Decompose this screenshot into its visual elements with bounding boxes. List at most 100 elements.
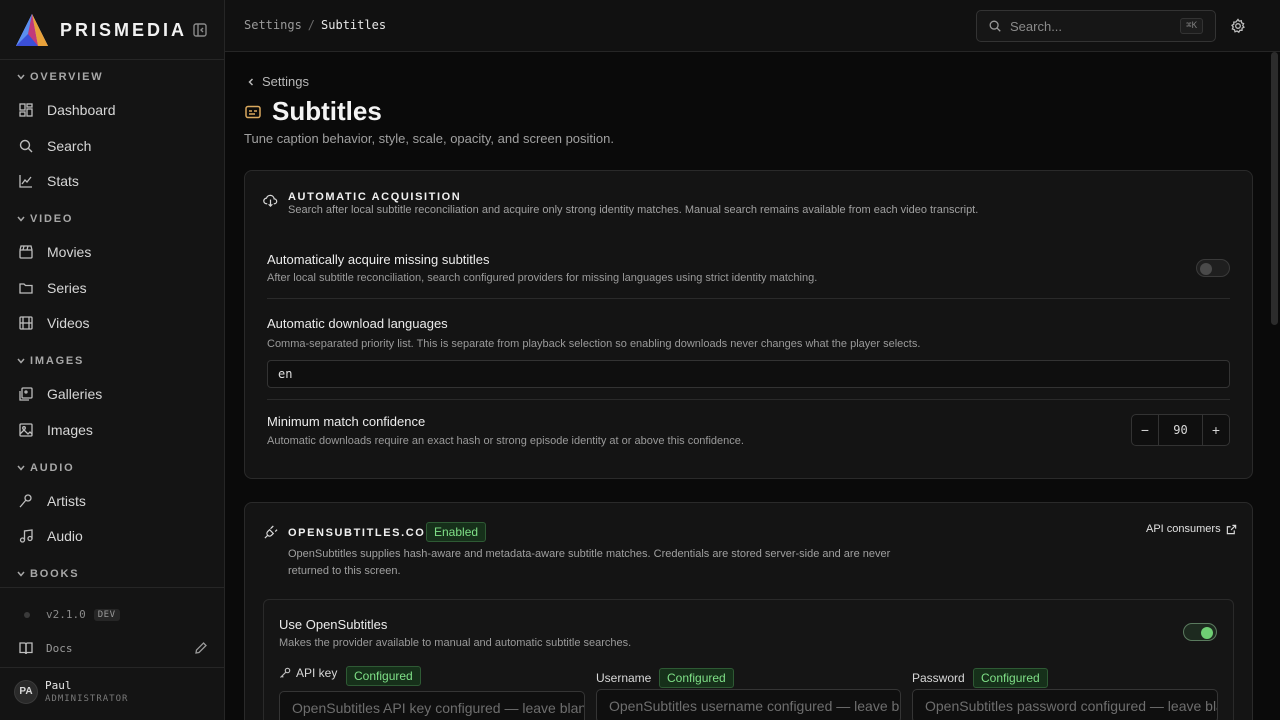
docs-label: Docs (46, 641, 73, 655)
stats-chart-icon (19, 175, 32, 188)
sidebar-item-images[interactable]: Images (18, 419, 93, 441)
section-video[interactable]: VIDEO (16, 212, 73, 226)
edit-pencil-icon[interactable] (194, 641, 208, 655)
api-key-label: API key (279, 666, 337, 680)
section-title: BOOKS (30, 568, 80, 580)
avatar: PA (14, 679, 38, 704)
search-input[interactable] (1010, 18, 1170, 34)
docs-link[interactable]: Docs (18, 640, 208, 656)
languages-input[interactable] (267, 360, 1230, 388)
chevron-down-icon (17, 74, 25, 80)
increment-button[interactable]: + (1203, 415, 1229, 445)
music-note-icon (19, 529, 33, 543)
version-info: v2.1.0 DEV (24, 608, 120, 621)
acquisition-description: Search after local subtitle reconciliati… (288, 204, 979, 216)
folder-icon (19, 283, 33, 294)
chevron-left-icon (248, 77, 254, 86)
confidence-stepper: − 90 + (1131, 414, 1230, 446)
section-audio[interactable]: AUDIO (16, 461, 74, 475)
user-profile[interactable]: PA Paul ADMINISTRATOR (14, 679, 128, 704)
dashboard-icon (19, 103, 33, 117)
cloud-download-icon (263, 194, 278, 207)
sidebar-item-audio[interactable]: Audio (18, 525, 83, 547)
confidence-description: Automatic downloads require an exact has… (267, 435, 744, 447)
api-key-badge: Configured (346, 666, 421, 686)
sidebar-item-search[interactable]: Search (18, 135, 91, 157)
section-title: AUDIO (30, 462, 75, 474)
auto-acquire-toggle[interactable] (1196, 259, 1230, 277)
languages-description: Comma-separated priority list. This is s… (267, 338, 921, 350)
sidebar-item-videos[interactable]: Videos (18, 312, 90, 334)
user-divider (0, 667, 224, 668)
back-link[interactable]: Settings (246, 74, 309, 89)
use-opensubtitles-toggle[interactable] (1183, 623, 1217, 641)
brand-divider (0, 59, 224, 60)
global-search[interactable]: ⌘K (976, 10, 1216, 42)
opensubtitles-heading: OPENSUBTITLES.COM (288, 527, 437, 539)
chevron-down-icon (17, 465, 25, 471)
brand[interactable]: PRISMEDIA (14, 12, 214, 48)
external-link-icon (1226, 524, 1236, 534)
sidebar-item-artists[interactable]: Artists (18, 490, 86, 512)
use-opensubtitles-title: Use OpenSubtitles (279, 617, 388, 632)
film-icon (19, 316, 33, 330)
decrement-button[interactable]: − (1132, 415, 1158, 445)
plug-icon (264, 525, 278, 539)
gallery-icon (19, 387, 33, 401)
gear-icon[interactable] (1230, 18, 1246, 34)
search-icon (19, 139, 33, 153)
sidebar-item-label: Audio (47, 528, 83, 544)
use-opensubtitles-description: Makes the provider available to manual a… (279, 637, 632, 649)
sidebar: PRISMEDIA OVERVIEW Dashboard Search Stat… (0, 0, 225, 720)
section-images[interactable]: IMAGES (16, 354, 84, 368)
status-badge: Enabled (426, 522, 487, 542)
prism-logo-icon (16, 14, 48, 46)
chevron-down-icon (17, 358, 25, 364)
username-badge: Configured (659, 668, 734, 688)
api-consumers-link[interactable]: API consumers (1146, 523, 1237, 535)
languages-title: Automatic download languages (267, 316, 448, 331)
row-divider (267, 399, 1230, 400)
sidebar-item-label: Artists (47, 493, 86, 509)
row-divider (267, 298, 1230, 299)
username-label: Username (596, 671, 652, 685)
toggle-knob (1201, 627, 1213, 639)
version-tag: DEV (93, 608, 120, 621)
version-number: v2.1.0 (46, 608, 86, 621)
main-scrollbar[interactable] (1271, 52, 1278, 325)
sidebar-item-dashboard[interactable]: Dashboard (18, 99, 116, 121)
breadcrumb-parent[interactable]: Settings (244, 18, 302, 32)
app-root: PRISMEDIA OVERVIEW Dashboard Search Stat… (0, 0, 1280, 720)
sidebar-item-stats[interactable]: Stats (18, 170, 79, 192)
clapperboard-icon (19, 245, 33, 259)
section-title: OVERVIEW (30, 71, 104, 83)
back-label: Settings (262, 74, 309, 89)
subtitles-icon (245, 105, 261, 118)
book-icon (19, 642, 33, 655)
section-overview[interactable]: OVERVIEW (16, 70, 104, 84)
sidebar-item-label: Series (47, 280, 87, 296)
section-books[interactable]: BOOKS (16, 567, 79, 581)
breadcrumb-separator: / (307, 18, 316, 32)
confidence-value[interactable]: 90 (1158, 415, 1203, 445)
breadcrumb-current: Subtitles (321, 18, 387, 32)
username-input[interactable] (596, 689, 901, 720)
sidebar-item-label: Galleries (47, 386, 103, 402)
auto-acquire-description: After local subtitle reconciliation, sea… (267, 272, 818, 284)
sidebar-item-series[interactable]: Series (18, 277, 87, 299)
password-badge: Configured (973, 668, 1048, 688)
sidebar-collapse-icon[interactable] (192, 22, 208, 38)
breadcrumb: Settings / Subtitles (244, 18, 386, 32)
sidebar-item-movies[interactable]: Movies (18, 241, 91, 263)
password-label: Password (912, 671, 965, 685)
user-meta: Paul ADMINISTRATOR (45, 679, 128, 704)
chevron-down-icon (17, 216, 25, 222)
api-key-label-text: API key (296, 666, 338, 680)
opensubtitles-description: OpenSubtitles supplies hash-aware and me… (288, 548, 891, 577)
sidebar-item-galleries[interactable]: Galleries (18, 383, 102, 405)
api-key-input[interactable] (279, 691, 585, 720)
password-input[interactable] (912, 689, 1218, 720)
sidebar-item-label: Movies (47, 244, 92, 260)
page-subtitle: Tune caption behavior, style, scale, opa… (244, 131, 614, 146)
user-role: ADMINISTRATOR (45, 694, 129, 704)
